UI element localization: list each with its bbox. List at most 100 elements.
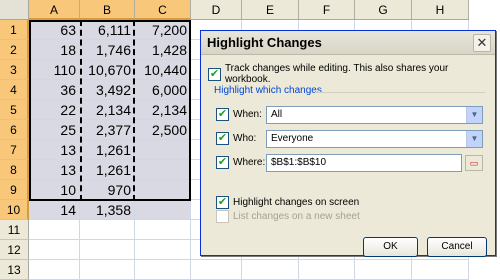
list-on-new-sheet-option: List changes on a new sheet [216, 210, 360, 223]
row-header[interactable]: 13 [0, 260, 29, 280]
sheet-cell[interactable]: 13 [29, 140, 80, 160]
row-header[interactable]: 9 [0, 180, 29, 200]
where-checkbox[interactable]: ✔ [216, 156, 229, 169]
row-header[interactable]: 7 [0, 140, 29, 160]
sheet-cell[interactable] [80, 260, 135, 280]
select-all-corner[interactable] [0, 0, 29, 20]
sheet-row: 13 [0, 260, 469, 280]
sheet-cell[interactable] [135, 200, 191, 220]
dialog-titlebar[interactable]: Highlight Changes [201, 31, 495, 55]
column-header-c[interactable]: C [135, 0, 191, 20]
where-option[interactable]: ✔ Where: [216, 156, 265, 169]
when-dropdown[interactable]: All ▼ [266, 106, 483, 124]
sheet-cell[interactable] [135, 240, 191, 260]
sheet-cell[interactable] [29, 220, 80, 240]
sheet-cell[interactable] [191, 260, 242, 280]
sheet-cell[interactable]: 6,000 [135, 80, 191, 100]
highlight-on-screen-option[interactable]: ✔ Highlight changes on screen [216, 196, 359, 209]
row-header[interactable]: 2 [0, 40, 29, 60]
sheet-cell[interactable] [135, 140, 191, 160]
sheet-cell[interactable] [29, 260, 80, 280]
sheet-cell[interactable]: 13 [29, 160, 80, 180]
group-label: Highlight which changes [214, 85, 322, 96]
sheet-cell[interactable] [299, 260, 355, 280]
sheet-cell[interactable]: 7,200 [135, 20, 191, 40]
sheet-cell[interactable]: 3,492 [80, 80, 135, 100]
sheet-cell[interactable]: 1,358 [80, 200, 135, 220]
sheet-cell[interactable] [135, 180, 191, 200]
sheet-cell[interactable]: 36 [29, 80, 80, 100]
sheet-cell[interactable]: 2,134 [80, 100, 135, 120]
sheet-cell[interactable] [80, 240, 135, 260]
who-label: Who: [233, 133, 257, 144]
sheet-cell[interactable]: 2,500 [135, 120, 191, 140]
sheet-cell[interactable]: 25 [29, 120, 80, 140]
close-button[interactable]: ✕ [473, 34, 491, 52]
highlight-changes-dialog: Highlight Changes ✕ ✔ Track changes whil… [200, 30, 496, 256]
sheet-cell[interactable]: 1,261 [80, 160, 135, 180]
column-header-e[interactable]: E [242, 0, 299, 20]
sheet-cell[interactable] [242, 260, 299, 280]
column-header-g[interactable]: G [355, 0, 412, 20]
row-header[interactable]: 5 [0, 100, 29, 120]
sheet-cell[interactable]: 6,111 [80, 20, 135, 40]
range-select-icon[interactable]: ▭ [465, 155, 483, 171]
column-header-d[interactable]: D [191, 0, 242, 20]
sheet-cell[interactable] [412, 260, 469, 280]
column-header-h[interactable]: H [412, 0, 469, 20]
when-label: When: [233, 109, 262, 120]
sheet-cell[interactable]: 18 [29, 40, 80, 60]
highlight-on-screen-label: Highlight changes on screen [233, 197, 360, 208]
sheet-cell[interactable]: 1,261 [80, 140, 135, 160]
sheet-cell[interactable]: 1,428 [135, 40, 191, 60]
chevron-down-icon[interactable]: ▼ [466, 107, 482, 123]
column-headers: A B C D E F G H [0, 0, 469, 20]
when-checkbox[interactable]: ✔ [216, 108, 229, 121]
track-changes-checkbox[interactable]: ✔ [208, 67, 221, 81]
where-range-input[interactable]: $B$1:$B$10 [266, 154, 462, 172]
sheet-cell[interactable]: 10,440 [135, 60, 191, 80]
ok-button[interactable]: OK [363, 237, 418, 257]
row-header[interactable]: 11 [0, 220, 29, 240]
track-changes-label: Track changes while editing. This also s… [224, 63, 449, 85]
list-on-new-sheet-label: List changes on a new sheet [233, 211, 360, 222]
sheet-cell[interactable] [355, 260, 412, 280]
sheet-cell[interactable] [135, 220, 191, 240]
sheet-cell[interactable] [135, 260, 191, 280]
sheet-cell[interactable]: 22 [29, 100, 80, 120]
row-header[interactable]: 6 [0, 120, 29, 140]
group-divider [315, 92, 485, 93]
who-dropdown[interactable]: Everyone ▼ [266, 130, 483, 148]
sheet-cell[interactable]: 10 [29, 180, 80, 200]
who-option[interactable]: ✔ Who: [216, 132, 256, 145]
row-header[interactable]: 10 [0, 200, 29, 220]
row-header[interactable]: 8 [0, 160, 29, 180]
track-changes-option[interactable]: ✔ Track changes while editing. This also… [208, 63, 495, 85]
list-on-new-sheet-checkbox [216, 210, 229, 223]
row-header[interactable]: 1 [0, 20, 29, 40]
where-label: Where: [233, 157, 266, 168]
column-header-f[interactable]: F [299, 0, 355, 20]
sheet-cell[interactable] [29, 240, 80, 260]
highlight-on-screen-checkbox[interactable]: ✔ [216, 196, 229, 209]
sheet-cell[interactable]: 110 [29, 60, 80, 80]
sheet-cell[interactable]: 1,746 [80, 40, 135, 60]
row-header[interactable]: 4 [0, 80, 29, 100]
column-header-a[interactable]: A [29, 0, 80, 20]
dialog-title: Highlight Changes [207, 35, 322, 50]
when-option[interactable]: ✔ When: [216, 108, 262, 121]
sheet-cell[interactable]: 970 [80, 180, 135, 200]
row-header[interactable]: 12 [0, 240, 29, 260]
sheet-cell[interactable] [135, 160, 191, 180]
cancel-button[interactable]: Cancel [427, 237, 487, 257]
sheet-cell[interactable]: 2,377 [80, 120, 135, 140]
row-header[interactable]: 3 [0, 60, 29, 80]
column-header-b[interactable]: B [80, 0, 135, 20]
chevron-down-icon[interactable]: ▼ [466, 131, 482, 147]
sheet-cell[interactable]: 2,134 [135, 100, 191, 120]
who-checkbox[interactable]: ✔ [216, 132, 229, 145]
sheet-cell[interactable]: 63 [29, 20, 80, 40]
sheet-cell[interactable]: 10,670 [80, 60, 135, 80]
sheet-cell[interactable] [80, 220, 135, 240]
sheet-cell[interactable]: 14 [29, 200, 80, 220]
